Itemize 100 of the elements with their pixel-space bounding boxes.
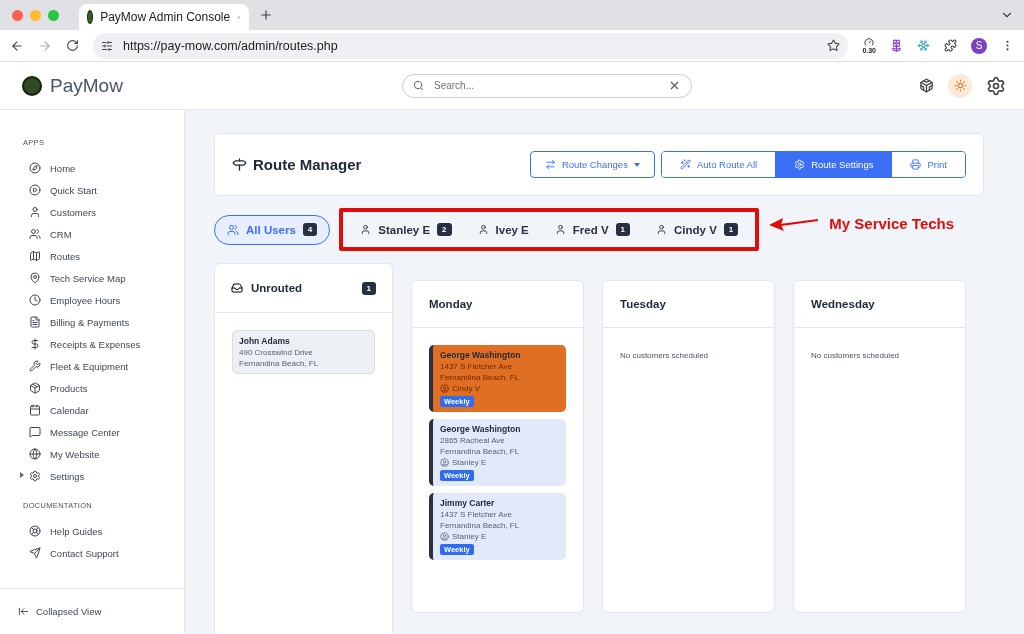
count-badge: 1 <box>723 223 739 236</box>
globe-icon <box>29 448 41 460</box>
sidebar-item[interactable]: Calendar <box>0 399 184 421</box>
sidebar-item[interactable]: Contact Support <box>0 542 184 564</box>
map-icon <box>29 250 41 262</box>
sidebar-item[interactable]: Tech Service Map <box>0 267 184 289</box>
sidebar-item[interactable]: Receipts & Expenses <box>0 333 184 355</box>
column-title: Wednesday <box>811 298 876 310</box>
settings-icon[interactable] <box>986 75 1006 96</box>
sidebar-item[interactable]: Settings <box>0 465 184 487</box>
customer-name: George Washington <box>440 350 521 360</box>
new-tab-icon[interactable] <box>259 8 273 22</box>
customer-card[interactable]: John Adams 490 Crosswind Drive Fernandina Beach, FL <box>232 330 375 374</box>
snowflake-icon[interactable] <box>917 39 930 52</box>
chat-bubble-icon <box>29 426 41 438</box>
customer-name: George Washington <box>440 424 521 434</box>
back-icon[interactable] <box>10 38 24 53</box>
sidebar-item[interactable]: Employee Hours <box>0 289 184 311</box>
clear-icon[interactable] <box>668 79 681 92</box>
collapse-sidebar-link[interactable]: Collapsed View <box>0 588 184 634</box>
dollar-icon <box>29 338 41 350</box>
sidebar-item[interactable]: Message Center <box>0 421 184 443</box>
browser-tab[interactable]: PayMow Admin Console <box>79 4 249 30</box>
site-settings-icon[interactable] <box>101 39 113 52</box>
inbox-icon <box>231 282 243 294</box>
user-icon <box>29 206 41 218</box>
user-filter-tab[interactable]: Fred V 1 <box>541 214 644 245</box>
user-circle-icon <box>440 384 449 393</box>
column-title: Unrouted <box>251 282 304 294</box>
sidebar-item[interactable]: Quick Start <box>0 179 184 201</box>
map-pin-icon <box>29 272 41 284</box>
count-badge: 1 <box>361 281 376 295</box>
sidebar-item[interactable]: Products <box>0 377 184 399</box>
sidebar-item[interactable]: Home <box>0 157 184 179</box>
user-filter-tab[interactable]: Stanley E 2 <box>347 214 465 245</box>
user-icon <box>554 224 566 235</box>
theme-toggle-button[interactable] <box>948 73 972 98</box>
favicon-icon <box>87 10 94 24</box>
wrench-icon <box>29 360 41 372</box>
toolbar-button[interactable]: Route Settings <box>775 152 892 177</box>
customer-name: John Adams <box>239 336 291 346</box>
search-input[interactable]: Search... <box>432 79 660 92</box>
puzzle-icon[interactable] <box>944 39 957 52</box>
technician-name: Stanley E <box>440 458 487 467</box>
technician-name: Cindy V <box>440 384 480 393</box>
dropdown-button[interactable]: Route Changes <box>529 151 655 178</box>
play-icon <box>29 184 41 196</box>
toolbar-button[interactable]: Print <box>891 152 965 177</box>
users-icon <box>29 228 41 240</box>
box-icon <box>29 382 41 394</box>
sidebar-item[interactable]: Help Guides <box>0 520 184 542</box>
profile-avatar[interactable]: S <box>971 37 987 54</box>
settings-icon <box>794 159 806 170</box>
user-filter-tab[interactable]: Cindy V 1 <box>643 214 752 245</box>
caret-icon <box>633 162 640 167</box>
sidebar-item[interactable]: Routes <box>0 245 184 267</box>
flower-icon[interactable] <box>890 39 903 52</box>
signpost-icon <box>232 157 247 172</box>
address-bar[interactable]: https://pay-mow.com/admin/routes.php <box>93 32 849 59</box>
sidebar-item[interactable]: Billing & Payments <box>0 311 184 333</box>
user-filter-tab[interactable]: Ivey E <box>464 214 542 245</box>
customer-name: Jimmy Carter <box>440 498 495 508</box>
column-title: Tuesday <box>620 298 667 310</box>
user-icon <box>477 224 489 235</box>
lifebuoy-icon <box>29 525 41 537</box>
sidebar-item[interactable]: My Website <box>0 443 184 465</box>
sidebar-item[interactable]: CRM <box>0 223 184 245</box>
customer-city: Fernandina Beach, FL <box>440 373 520 382</box>
settings-icon <box>29 470 41 482</box>
send-icon <box>29 547 41 559</box>
document-icon <box>29 316 41 328</box>
technician-name: Stanley E <box>440 532 487 541</box>
user-circle-icon <box>440 532 449 541</box>
magic-wand-icon <box>679 159 691 170</box>
user-circle-icon <box>440 458 449 467</box>
cube-icon[interactable] <box>919 78 934 93</box>
users-icon <box>227 223 239 236</box>
user-filter-tab[interactable]: All Users 4 <box>214 214 331 245</box>
column-title: Monday <box>429 298 474 310</box>
star-icon[interactable] <box>827 39 841 52</box>
user-icon <box>360 224 372 235</box>
logo-icon <box>22 75 42 96</box>
calendar-icon <box>29 404 41 416</box>
reload-icon[interactable] <box>66 39 79 52</box>
count-badge: 4 <box>302 223 318 236</box>
sidebar-item[interactable]: Fleet & Equipment <box>0 355 184 377</box>
search-icon <box>413 80 424 91</box>
customer-address: 2865 Racheal Ave <box>440 436 505 445</box>
empty-message: No customers scheduled <box>620 351 710 360</box>
customer-address: 490 Crosswind Drive <box>239 348 314 357</box>
sun-icon <box>953 79 967 92</box>
logo-text: PayMow <box>50 74 123 97</box>
annotation-arrow <box>768 215 821 232</box>
expand-caret-icon[interactable] <box>20 472 24 478</box>
customer-city: Fernandina Beach, FL <box>440 447 520 456</box>
count-badge: 2 <box>437 223 452 236</box>
sidebar-item[interactable]: Customers <box>0 201 184 223</box>
customer-city: Fernandina Beach, FL <box>440 521 520 530</box>
annotation-label: My Service Techs <box>829 215 955 232</box>
customer-address: 1437 S Fletcher Ave <box>440 362 512 371</box>
